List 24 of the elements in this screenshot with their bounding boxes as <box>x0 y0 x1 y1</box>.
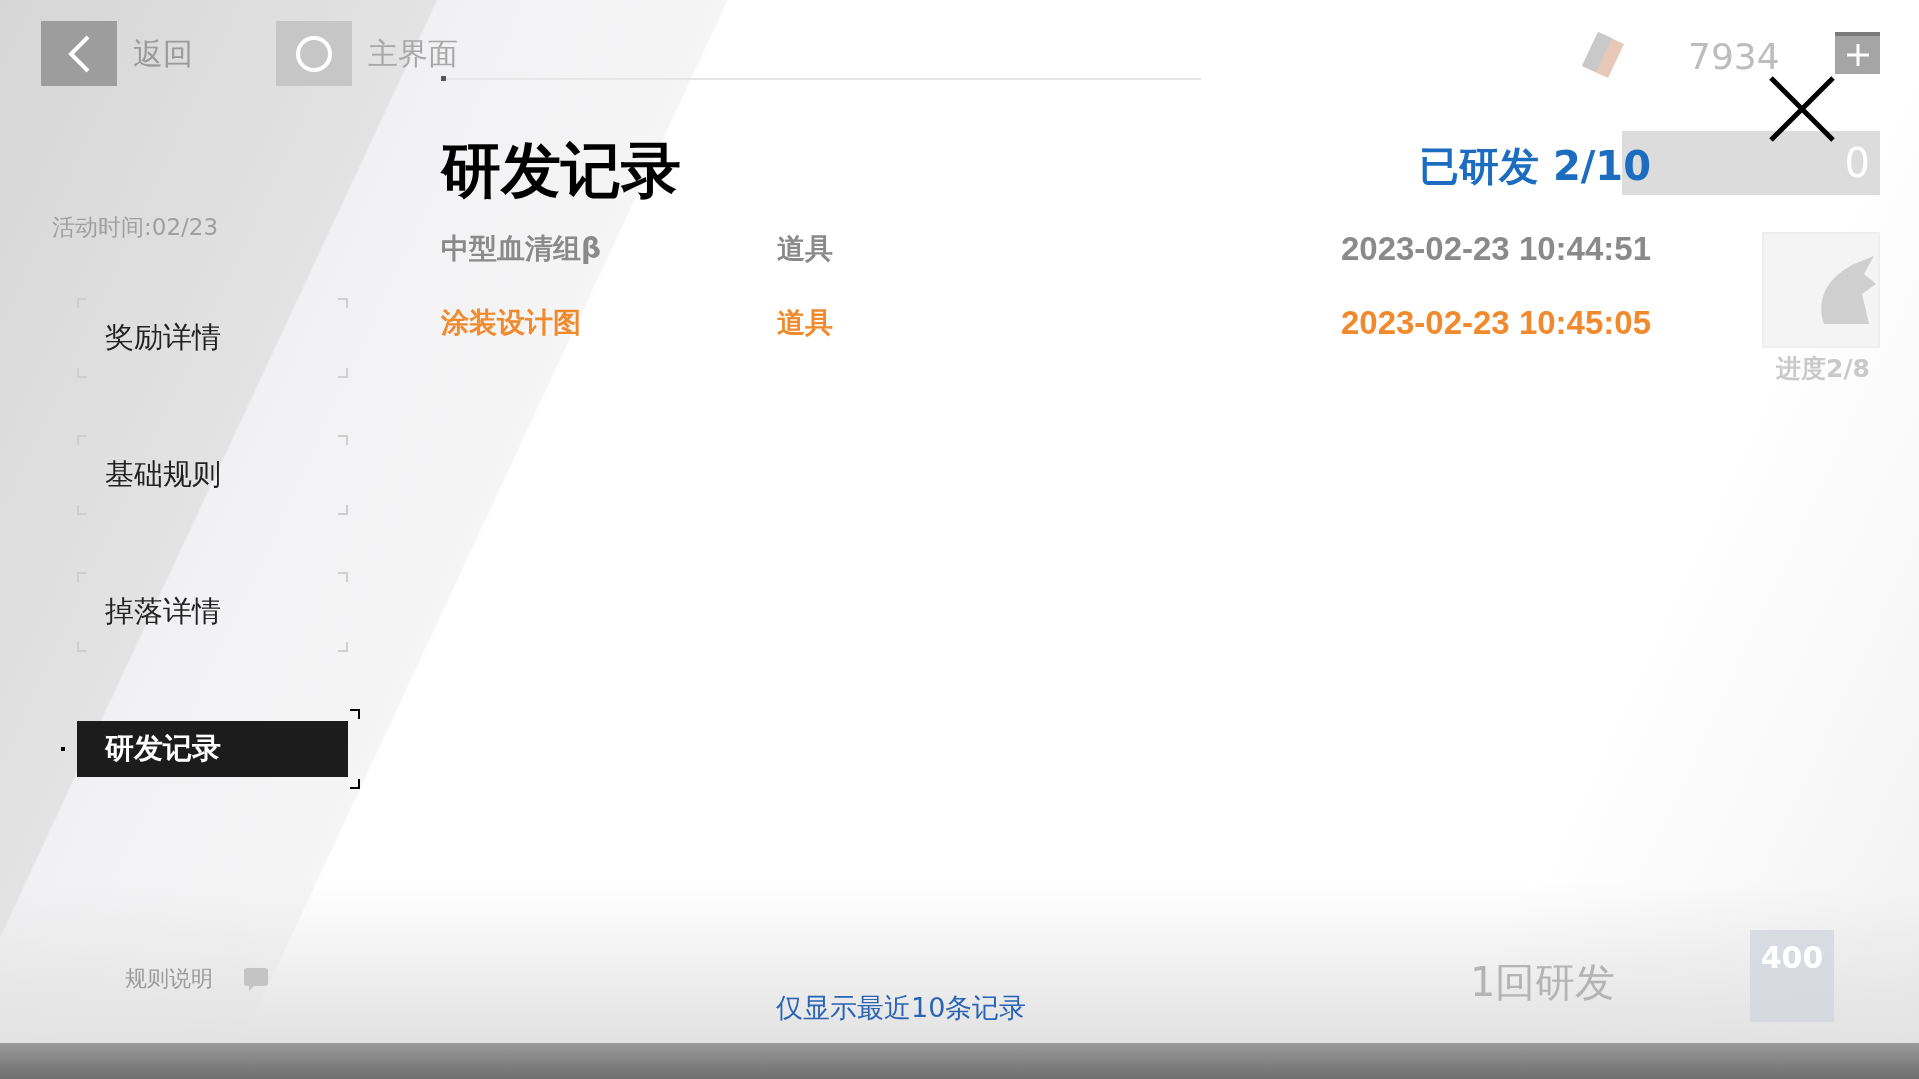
sidebar-tab[interactable]: 基础规则 <box>77 447 348 503</box>
close-icon[interactable] <box>1768 75 1836 143</box>
item-name: 涂装设计图 <box>441 305 582 341</box>
home-label: 主界面 <box>368 35 458 73</box>
research-action: 1回研发 <box>1470 958 1616 1007</box>
record-time: 2023-02-23 10:44:51 <box>1340 229 1651 270</box>
circle-icon <box>294 33 334 74</box>
panel-title: 研发记录 <box>441 140 681 200</box>
currency-amount: 7934 <box>1688 35 1780 79</box>
item-name: 中型血清组β <box>441 231 603 267</box>
back-icon <box>66 33 92 74</box>
event-time: 活动时间:02/23 <box>52 213 219 242</box>
item-category: 道具 <box>777 231 834 267</box>
sidebar-tab[interactable]: 奖励详情 <box>77 310 348 366</box>
records-note: 仅显示最近10条记录 <box>776 991 1027 1025</box>
sidebar-tab[interactable]: 研发记录 <box>77 721 348 777</box>
sidebar-tab[interactable]: 掉落详情 <box>77 584 348 640</box>
back-button[interactable] <box>41 21 117 86</box>
record-time: 2023-02-23 10:45:05 <box>1340 303 1651 344</box>
item-category: 道具 <box>777 305 834 341</box>
plus-icon <box>1844 42 1871 68</box>
research-count: 已研发 2/10 <box>1418 146 1651 186</box>
back-label: 返回 <box>133 35 193 73</box>
add-button[interactable] <box>1835 32 1880 74</box>
